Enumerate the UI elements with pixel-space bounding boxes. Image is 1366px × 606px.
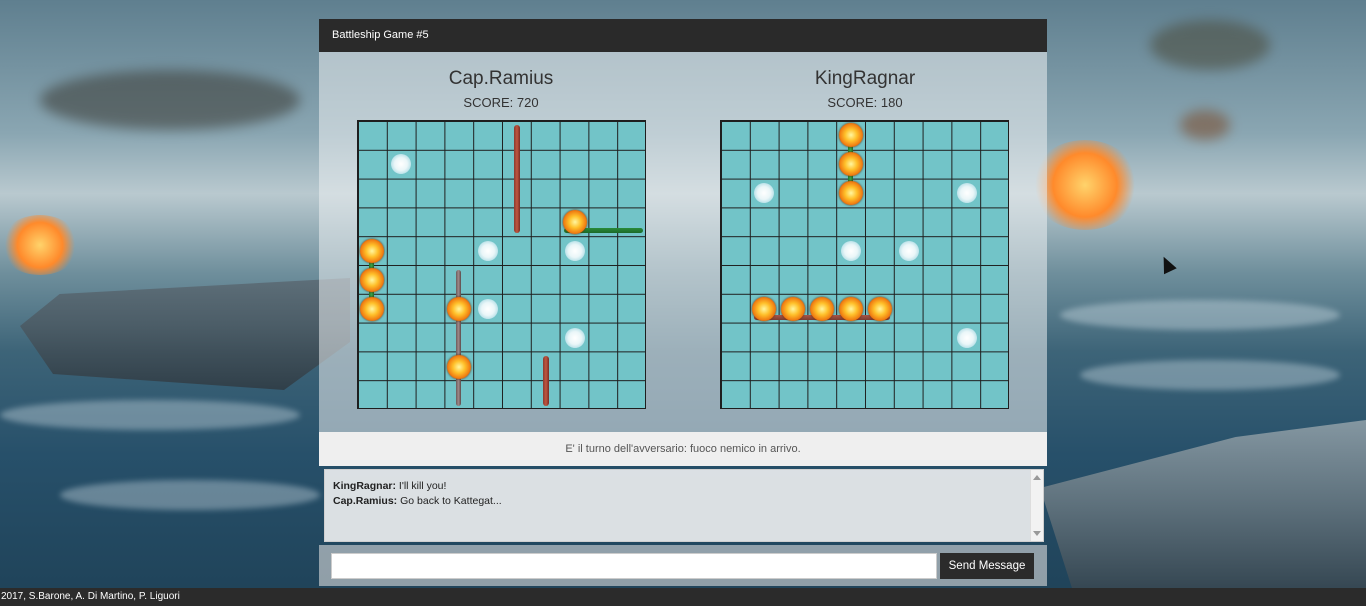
miss-splash-icon bbox=[564, 327, 585, 348]
player-left: Cap.Ramius SCORE: 720 bbox=[356, 52, 646, 111]
miss-splash-icon bbox=[391, 154, 412, 175]
miss-splash-icon bbox=[754, 183, 775, 204]
wave bbox=[0, 400, 300, 430]
chat-author: Cap.Ramius: bbox=[333, 495, 398, 507]
miss-splash-icon bbox=[841, 241, 862, 262]
hit-explosion-icon bbox=[447, 296, 472, 321]
turn-status: E' il turno dell'avversario: fuoco nemic… bbox=[319, 432, 1047, 466]
miss-splash-icon bbox=[478, 298, 499, 319]
hit-explosion-icon bbox=[867, 296, 892, 321]
player-name: KingRagnar bbox=[814, 68, 916, 89]
ship bbox=[513, 125, 520, 233]
hit-explosion-icon bbox=[839, 123, 864, 148]
chat-log[interactable]: KingRagnar: I'll kill you! Cap.Ramius: G… bbox=[324, 469, 1044, 542]
muzzle-fire bbox=[0, 215, 80, 275]
chat-text: Go back to Kattegat... bbox=[400, 495, 502, 507]
wave bbox=[1080, 360, 1340, 390]
battleship-right bbox=[1040, 420, 1366, 590]
wave bbox=[60, 480, 320, 510]
hit-explosion-icon bbox=[360, 296, 385, 321]
chat-message-input[interactable] bbox=[331, 553, 937, 579]
game-area: Cap.Ramius SCORE: 720 KingRagnar SCORE: … bbox=[319, 52, 1047, 432]
hit-explosion-icon bbox=[562, 210, 587, 235]
ship bbox=[456, 269, 462, 406]
player-right: KingRagnar SCORE: 180 bbox=[720, 52, 1010, 111]
enemy-board-grid[interactable] bbox=[720, 120, 1009, 409]
miss-splash-icon bbox=[956, 183, 977, 204]
player-name: Cap.Ramius bbox=[448, 68, 554, 89]
miss-splash-icon bbox=[564, 241, 585, 262]
smoke-cloud bbox=[40, 70, 300, 130]
smoke-cloud bbox=[1180, 110, 1230, 140]
miss-splash-icon bbox=[478, 241, 499, 262]
send-message-button[interactable]: Send Message bbox=[940, 553, 1034, 579]
scroll-up-icon[interactable] bbox=[1033, 475, 1041, 480]
game-window: Battleship Game #5 Cap.Ramius SCORE: 720… bbox=[319, 19, 1047, 586]
player-score: SCORE: 180 bbox=[827, 95, 903, 110]
player-score: SCORE: 720 bbox=[463, 95, 539, 110]
chat-bar: Send Message bbox=[319, 545, 1047, 586]
ship bbox=[542, 356, 549, 406]
chat-scrollbar[interactable] bbox=[1030, 470, 1043, 541]
footer-credits: 2017, S.Barone, A. Di Martino, P. Liguor… bbox=[0, 588, 1366, 606]
miss-splash-icon bbox=[898, 241, 919, 262]
hit-explosion-icon bbox=[839, 181, 864, 206]
chat-author: KingRagnar: bbox=[333, 480, 396, 492]
own-board-grid bbox=[357, 120, 646, 409]
mouse-cursor-icon bbox=[1157, 253, 1177, 275]
wave bbox=[1060, 300, 1340, 330]
scroll-down-icon[interactable] bbox=[1033, 531, 1041, 536]
hit-explosion-icon bbox=[839, 296, 864, 321]
hit-explosion-icon bbox=[360, 267, 385, 292]
hit-explosion-icon bbox=[810, 296, 835, 321]
miss-splash-icon bbox=[956, 327, 977, 348]
hit-explosion-icon bbox=[839, 152, 864, 177]
chat-message: Cap.Ramius: Go back to Kattegat... bbox=[333, 494, 1035, 509]
chat-message: KingRagnar: I'll kill you! bbox=[333, 479, 1035, 494]
hit-explosion-icon bbox=[781, 296, 806, 321]
window-title: Battleship Game #5 bbox=[319, 19, 1047, 52]
chat-text: I'll kill you! bbox=[398, 480, 447, 492]
hit-explosion-icon bbox=[447, 354, 472, 379]
smoke-cloud bbox=[1150, 20, 1270, 70]
hit-explosion-icon bbox=[360, 239, 385, 264]
